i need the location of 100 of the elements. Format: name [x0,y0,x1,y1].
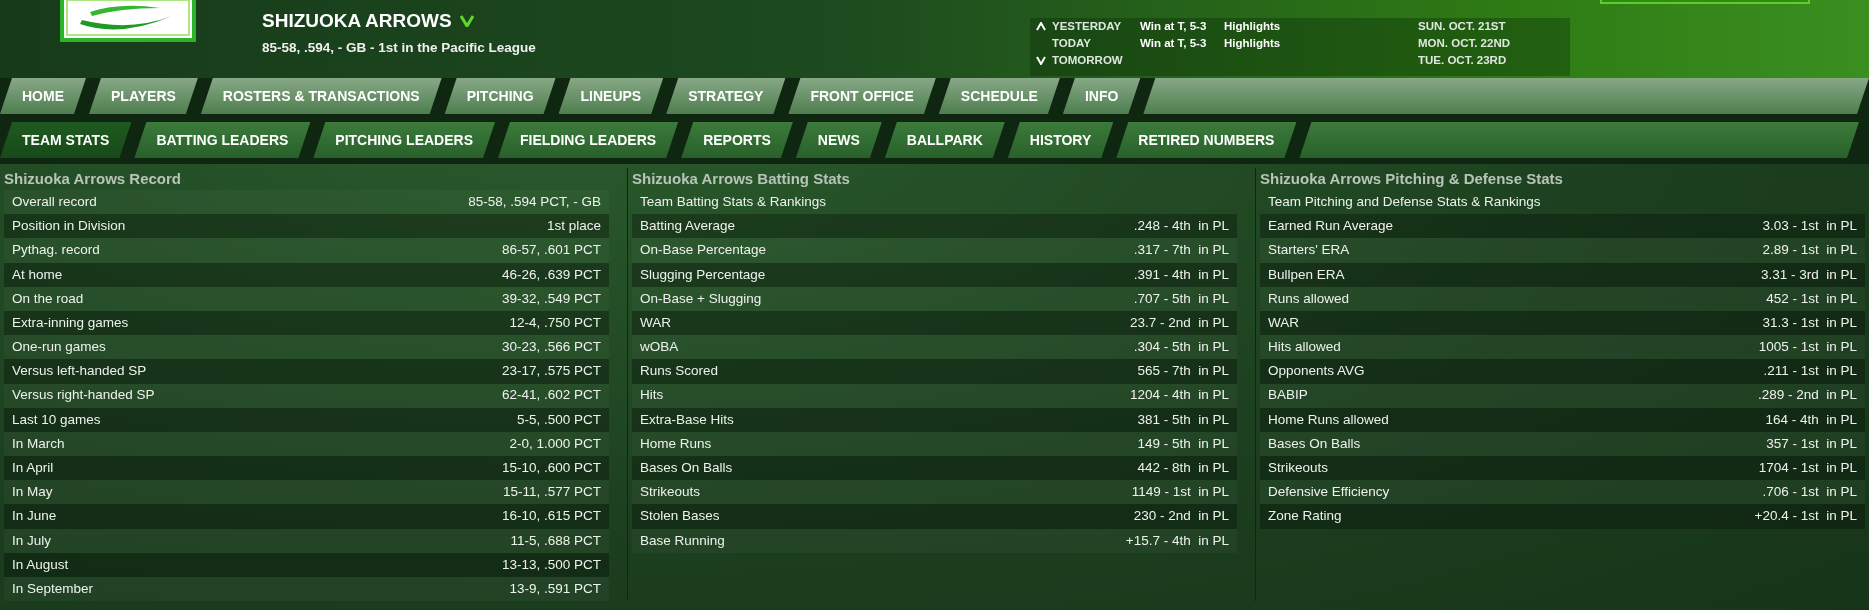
stat-value: 381 - 5th in PL [1137,410,1229,429]
stat-label: Strikeouts [1268,459,1329,478]
stat-value: 1005 - 1st in PL [1758,338,1857,357]
stat-value: 149 - 5th in PL [1137,434,1229,453]
stat-label: WAR [1268,313,1299,332]
stat-label: One-run games [12,338,106,357]
stat-value: .289 - 2nd in PL [1757,386,1857,405]
stat-value: 2.89 - 1st in PL [1762,241,1857,260]
stat-label: In May [12,483,53,502]
schedule-day: YESTERDAY [1052,17,1140,36]
stat-value: 1st place [546,217,601,236]
nav-tab[interactable]: TEAM STATS [0,122,132,158]
stat-value: 5-5, .500 PCT [516,410,601,429]
stat-label: Home Runs [640,434,712,453]
stat-label: Pythag. record [12,241,100,260]
stat-value: .317 - 7th in PL [1133,241,1229,260]
stat-label: Earned Run Average [1268,217,1394,236]
stat-label: Versus right-handed SP [12,386,155,405]
section-heading: Team Pitching and Defense Stats & Rankings [1268,192,1541,211]
stat-label: In June [12,507,57,526]
nav-tab[interactable]: PITCHING [444,78,556,114]
stat-label: Batting Average [640,217,736,236]
chevron-down-icon[interactable] [459,14,474,27]
panel-title: Shizuoka Arrows Pitching & Defense Stats [1260,169,1564,189]
stat-value: 442 - 8th in PL [1137,459,1229,478]
panel-title: Shizuoka Arrows Record [4,169,182,189]
nav-tab[interactable]: NEWS [795,122,882,158]
game-result: Win at T, 5-3 [1140,35,1208,51]
stat-value: 46-26, .639 PCT [501,265,601,284]
stat-value: 11-5, .688 PCT [510,531,601,550]
stat-value: 1704 - 1st in PL [1758,459,1857,478]
stat-value: 16-10, .615 PCT [501,507,601,526]
nav-tab[interactable]: RETIRED NUMBERS [1116,122,1297,158]
panel-title: Shizuoka Arrows Batting Stats [632,169,851,189]
nav-tab[interactable]: PITCHING LEADERS [313,122,496,158]
stat-value: .706 - 1st in PL [1762,483,1857,502]
stat-label: Zone Rating [1268,507,1342,526]
stat-label: In August [12,555,69,574]
nav-tab[interactable]: SCHEDULE [938,78,1060,114]
nav-tab[interactable]: HISTORY [1007,122,1114,158]
nav-tab[interactable]: BALLPARK [884,122,1005,158]
stat-value: +15.7 - 4th in PL [1125,531,1229,550]
highlights-link[interactable]: Highlights [1224,34,1418,53]
stat-value: 565 - 7th in PL [1137,362,1229,381]
schedule-date: TUE. OCT. 23RD [1418,52,1507,68]
stat-value: 86-57, .601 PCT [501,241,601,260]
stat-label: Bases On Balls [640,459,733,478]
chevron-up-icon[interactable] [1036,22,1046,31]
stat-value: 13-9, .591 PCT [509,579,601,598]
stat-label: BABIP [1268,386,1308,405]
nav-tab[interactable]: ROSTERS & TRANSACTIONS [200,78,442,114]
highlights-link[interactable]: Highlights [1224,17,1418,36]
stat-value: 3.03 - 1st in PL [1762,217,1857,236]
stat-label: Extra-inning games [12,313,129,332]
nav-tab[interactable]: FRONT OFFICE [788,78,936,114]
stat-label: In July [12,531,52,550]
stat-value: 13-13, .500 PCT [501,555,601,574]
nav-tab[interactable]: HOME [0,78,86,114]
schedule-date: MON. OCT. 22ND [1418,35,1510,51]
stat-value: 15-10, .600 PCT [501,459,601,478]
nav-tab[interactable]: PLAYERS [89,78,198,114]
stat-label: Position in Division [12,217,126,236]
schedule-day: TOMORROW [1052,51,1140,70]
stat-label: In September [12,579,94,598]
nav-tab[interactable]: STRATEGY [666,78,786,114]
nav-tab[interactable]: INFO [1062,78,1141,114]
stat-label: Hits allowed [1268,338,1341,357]
stat-value: 31.3 - 1st in PL [1762,313,1857,332]
stat-label: On-Base Percentage [640,241,767,260]
stat-label: wOBA [640,338,679,357]
stat-label: On-Base + Slugging [640,289,762,308]
stat-label: On the road [12,289,84,308]
stat-label: WAR [640,313,671,332]
stat-value: 1149 - 1st in PL [1131,483,1229,502]
stat-value: 164 - 4th in PL [1765,410,1857,429]
stat-label: Home Runs allowed [1268,410,1389,429]
stat-label: Last 10 games [12,410,101,429]
stat-label: In April [12,459,54,478]
stat-value: 15-11, .577 PCT [502,483,601,502]
stat-value: 85-58, .594 PCT, - GB [468,192,601,211]
stat-label: Bases On Balls [1268,434,1361,453]
nav-tab[interactable]: REPORTS [681,122,793,158]
stat-value: 452 - 1st in PL [1766,289,1857,308]
stat-label: Starters' ERA [1268,241,1350,260]
nav-tab[interactable]: BATTING LEADERS [134,122,311,158]
nav-tab[interactable]: FIELDING LEADERS [498,122,679,158]
stat-value: 30-23, .566 PCT [501,338,601,357]
stat-value: .391 - 4th in PL [1133,265,1229,284]
stat-value: 1204 - 4th in PL [1129,386,1229,405]
nav-tab[interactable]: LINEUPS [558,78,664,114]
stat-label: Stolen Bases [640,507,720,526]
stat-value: .304 - 5th in PL [1133,338,1229,357]
stat-value: 230 - 2nd in PL [1133,507,1229,526]
stat-label: At home [12,265,63,284]
stat-label: Extra-Base Hits [640,410,734,429]
stat-value: .211 - 1st in PL [1763,362,1857,381]
stat-value: +20.4 - 1st in PL [1754,507,1857,526]
stat-value: 39-32, .549 PCT [501,289,601,308]
stat-value: 62-41, .602 PCT [501,386,601,405]
stat-label: Runs Scored [640,362,719,381]
